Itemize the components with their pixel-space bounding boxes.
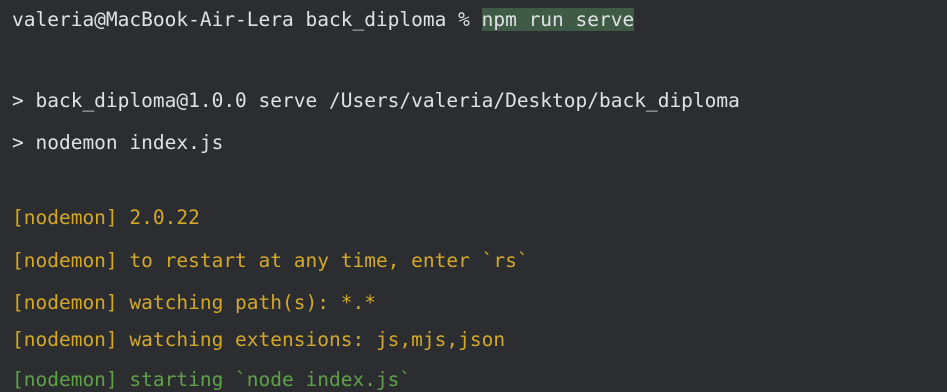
nodemon-output-line: [nodemon] to restart at any time, enter … [12,249,529,272]
terminal-window[interactable]: valeria@MacBook-Air-Lera back_diploma % … [0,0,947,392]
npm-output-line: > back_diploma@1.0.0 serve /Users/valeri… [12,89,740,112]
prompt-line: valeria@MacBook-Air-Lera back_diploma % … [12,7,635,33]
npm-output-line: > nodemon index.js [12,131,224,154]
nodemon-output-line: [nodemon] 2.0.22 [12,206,200,229]
nodemon-start-line: [nodemon] starting `node index.js` [12,368,412,391]
typed-command: npm run serve [481,8,635,31]
nodemon-output-line: [nodemon] watching path(s): *.* [12,291,376,314]
nodemon-output-line: [nodemon] watching extensions: js,mjs,js… [12,328,506,351]
shell-prompt: valeria@MacBook-Air-Lera back_diploma % [12,8,482,31]
